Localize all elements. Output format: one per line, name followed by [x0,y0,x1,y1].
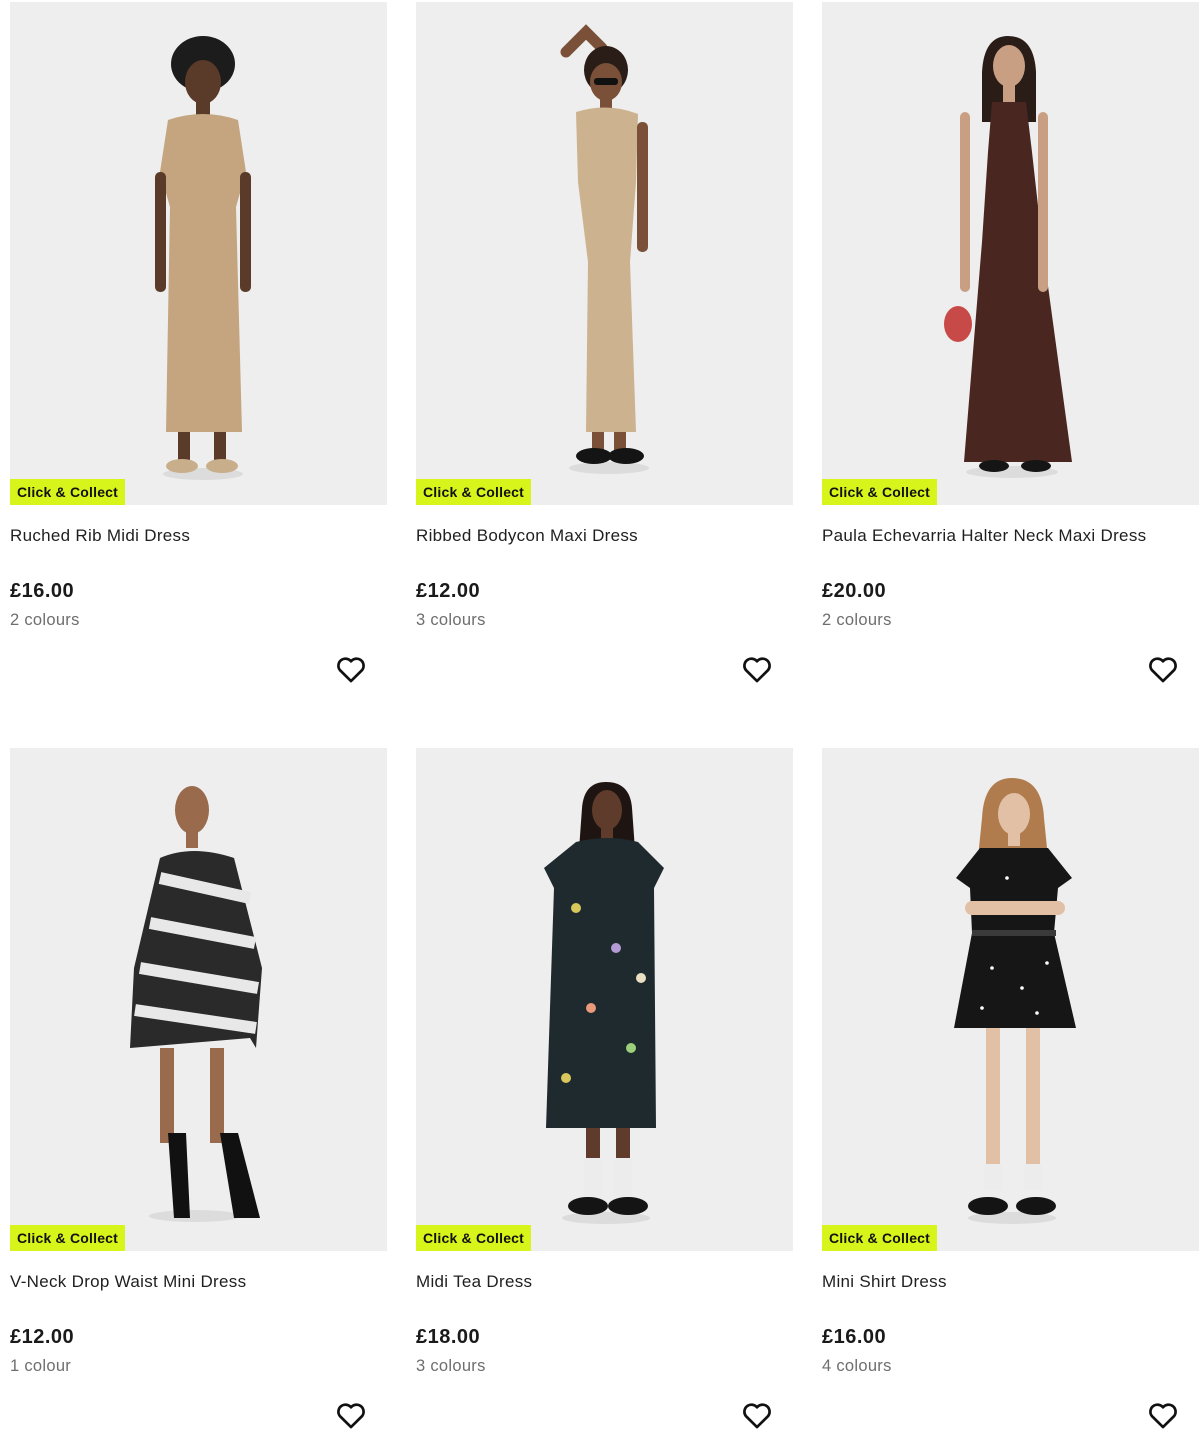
product-card[interactable]: Click & Collect Midi Tea Dress £18.00 3 … [416,748,793,1432]
click-collect-badge: Click & Collect [822,1225,938,1251]
colour-count: 3 colours [416,1357,486,1375]
model-photo [155,36,251,480]
product-price: £16.00 [822,1326,887,1348]
heart-outline-icon [337,657,365,683]
colour-count: 2 colours [822,611,892,629]
product-card[interactable]: Click & Collect Paula Echevarria Halter … [822,2,1199,742]
product-price: £18.00 [416,1326,481,1348]
product-image[interactable]: Click & Collect [822,748,1199,1251]
product-name[interactable]: Midi Tea Dress [416,1272,793,1292]
heart-outline-icon [1149,657,1177,683]
click-collect-badge: Click & Collect [416,479,532,505]
model-photo [544,782,664,1224]
colour-count: 4 colours [822,1357,892,1375]
click-collect-badge: Click & Collect [822,479,938,505]
product-image[interactable]: Click & Collect [416,2,793,505]
wishlist-button[interactable] [740,1398,774,1432]
product-grid: Click & Collect Ruched Rib Midi Dress £1… [0,0,1200,1432]
wishlist-button[interactable] [1146,1398,1180,1432]
product-price: £16.00 [10,580,75,602]
product-image[interactable]: Click & Collect [822,2,1199,505]
product-price: £20.00 [822,580,887,602]
product-price: £12.00 [10,1326,75,1348]
product-card[interactable]: Click & Collect Mini Shirt Dress £16.00 … [822,748,1199,1432]
colour-count: 1 colour [10,1357,72,1375]
wishlist-button[interactable] [334,1398,368,1432]
product-name[interactable]: V-Neck Drop Waist Mini Dress [10,1272,387,1292]
model-photo [130,786,262,1222]
model-photo [944,36,1072,478]
product-price: £12.00 [416,580,481,602]
model-photo [954,778,1076,1224]
click-collect-badge: Click & Collect [10,1225,126,1251]
product-name[interactable]: Ruched Rib Midi Dress [10,526,387,546]
heart-outline-icon [1149,1403,1177,1429]
wishlist-button[interactable] [740,652,774,686]
colour-count: 3 colours [416,611,486,629]
product-image[interactable]: Click & Collect [10,748,387,1251]
heart-outline-icon [743,1403,771,1429]
wishlist-button[interactable] [1146,652,1180,686]
product-name[interactable]: Paula Echevarria Halter Neck Maxi Dress [822,526,1199,546]
heart-outline-icon [337,1403,365,1429]
wishlist-button[interactable] [334,652,368,686]
product-name[interactable]: Mini Shirt Dress [822,1272,1199,1292]
click-collect-badge: Click & Collect [10,479,126,505]
product-image[interactable]: Click & Collect [416,748,793,1251]
product-name[interactable]: Ribbed Bodycon Maxi Dress [416,526,793,546]
product-card[interactable]: Click & Collect Ruched Rib Midi Dress £1… [10,2,387,742]
click-collect-badge: Click & Collect [416,1225,532,1251]
product-image[interactable]: Click & Collect [10,2,387,505]
colour-count: 2 colours [10,611,80,629]
product-card[interactable]: Click & Collect Ribbed Bodycon Maxi Dres… [416,2,793,742]
model-photo [560,24,649,474]
heart-outline-icon [743,657,771,683]
product-card[interactable]: Click & Collect V-Neck Drop Waist Mini D… [10,748,387,1432]
